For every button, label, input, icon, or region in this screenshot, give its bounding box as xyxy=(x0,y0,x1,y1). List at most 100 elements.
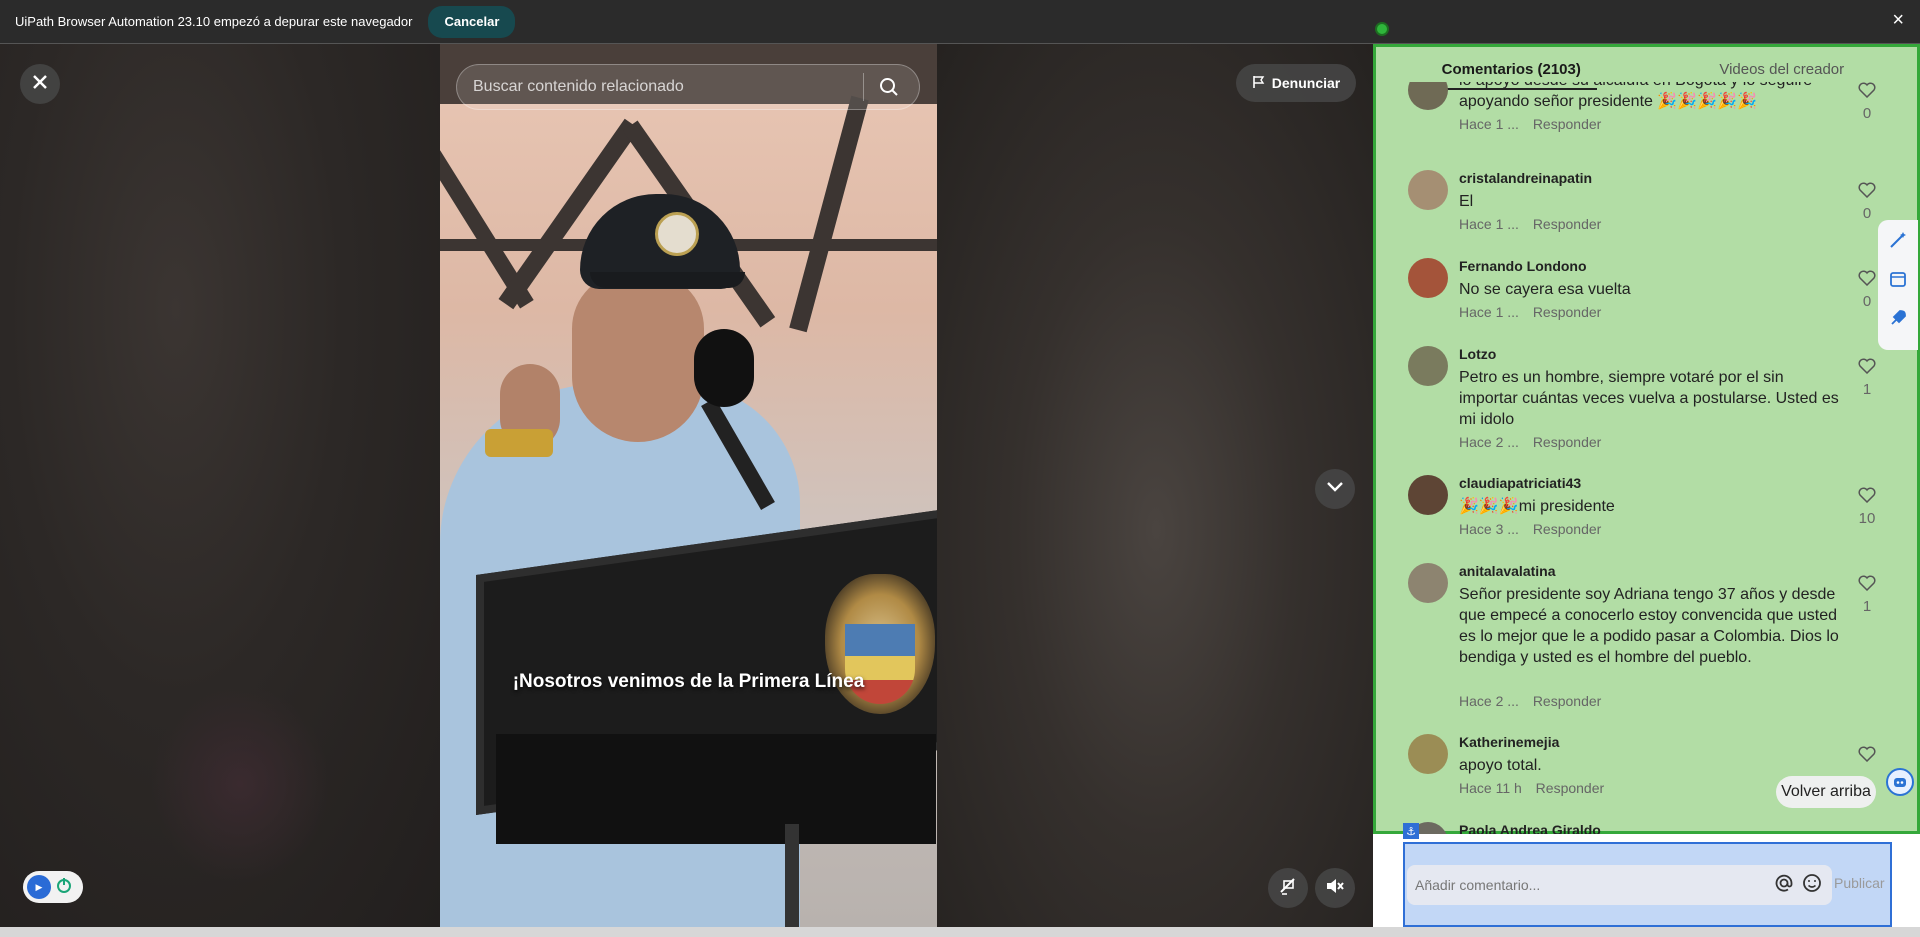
flag-icon xyxy=(1252,75,1266,92)
anchor-icon: ⚓ xyxy=(1403,823,1419,839)
back-to-top-button[interactable]: Volver arriba xyxy=(1776,776,1876,808)
comment-username[interactable]: claudiapatriciati43 xyxy=(1459,475,1581,491)
speaker-muted-icon xyxy=(1325,877,1345,900)
comment-meta: Hace 2 ... Responder xyxy=(1459,693,1601,709)
comment-text: lo apoyo desde su alcaldía en Bogotá y l… xyxy=(1459,82,1812,110)
assistant-bot-icon[interactable] xyxy=(1886,768,1914,796)
comment-text: 🎉🎉🎉mi presidente xyxy=(1459,498,1615,515)
heart-icon xyxy=(1858,575,1876,592)
heart-icon xyxy=(1858,358,1876,375)
reply-link[interactable]: Responder xyxy=(1533,216,1602,232)
comment-meta: Hace 1 ... Responder xyxy=(1459,216,1601,232)
emoji-icon[interactable] xyxy=(1802,873,1822,898)
heart-icon xyxy=(1858,182,1876,199)
comment-time: Hace 11 h xyxy=(1459,780,1522,796)
reply-link[interactable]: Responder xyxy=(1533,693,1602,709)
like-count: 1 xyxy=(1862,381,1872,398)
video-player[interactable]: ¡Nosotros venimos de la Primera Línea xyxy=(440,44,937,927)
comment-username[interactable]: anitalavalatina xyxy=(1459,563,1556,579)
like-button[interactable]: 1 xyxy=(1852,575,1882,615)
blurred-background-left xyxy=(0,44,440,927)
like-count: 1 xyxy=(1862,598,1872,615)
avatar[interactable] xyxy=(1408,734,1448,774)
comment-meta: Hace 3 ... Responder xyxy=(1459,521,1601,537)
report-label: Denunciar xyxy=(1271,75,1341,91)
comment-text: apoyo total. xyxy=(1459,757,1542,774)
mention-icon[interactable] xyxy=(1774,873,1794,898)
comment-meta: Hace 11 h Responder xyxy=(1459,780,1604,796)
heart-icon xyxy=(1858,82,1876,99)
heart-icon xyxy=(1858,270,1876,287)
video-viewer: ¡Nosotros venimos de la Primera Línea De… xyxy=(0,44,1375,927)
comment-username[interactable]: Fernando Londono xyxy=(1459,258,1587,274)
comment-meta: Hace 2 ... Responder xyxy=(1459,434,1601,450)
like-count: 10 xyxy=(1858,510,1876,527)
automation-message: UiPath Browser Automation 23.10 empezó a… xyxy=(15,14,413,29)
close-video-button[interactable] xyxy=(20,64,60,104)
avatar[interactable] xyxy=(1408,563,1448,603)
related-search-input[interactable] xyxy=(473,78,863,96)
comment-username[interactable]: Katherinemejia xyxy=(1459,734,1559,750)
comment-text: Petro es un hombre, siempre votaré por e… xyxy=(1459,369,1839,428)
chevron-down-icon xyxy=(1326,480,1344,498)
like-count: 0 xyxy=(1862,105,1872,122)
heart-icon xyxy=(1858,487,1876,504)
search-icon[interactable] xyxy=(864,77,914,97)
avatar[interactable] xyxy=(1408,475,1448,515)
like-button[interactable]: 0 xyxy=(1852,182,1882,222)
floating-window-icon xyxy=(1278,876,1298,901)
power-icon xyxy=(55,876,73,899)
related-search-box[interactable] xyxy=(456,64,920,110)
window-bottom-edge xyxy=(0,927,1920,937)
extension-logo-icon: ▶ xyxy=(27,875,51,899)
avatar[interactable] xyxy=(1408,346,1448,386)
reply-link[interactable]: Responder xyxy=(1536,780,1605,796)
automation-infobar: UiPath Browser Automation 23.10 empezó a… xyxy=(0,0,1920,44)
comment-text: El xyxy=(1459,193,1474,210)
blurred-background-right xyxy=(937,44,1375,927)
calendar-icon[interactable] xyxy=(1888,269,1908,294)
comment-username[interactable]: cristalandreinapatin xyxy=(1459,170,1592,186)
publish-button[interactable]: Publicar xyxy=(1834,875,1885,891)
comment-username[interactable]: Paola Andrea Giraldo xyxy=(1459,822,1601,834)
floating-player-button[interactable] xyxy=(1268,868,1308,908)
comment-meta: Hace 1 ... Responder xyxy=(1459,116,1601,132)
comment-time: Hace 2 ... xyxy=(1459,693,1519,709)
cancel-button[interactable]: Cancelar xyxy=(428,5,516,38)
comment-time: Hace 1 ... xyxy=(1459,216,1519,232)
extension-toggle[interactable]: ▶ xyxy=(23,871,83,903)
comment-time: Hace 2 ... xyxy=(1459,434,1519,450)
like-count: 0 xyxy=(1862,205,1872,222)
video-subtitle: ¡Nosotros venimos de la Primera Línea xyxy=(512,671,865,692)
close-infobar-icon[interactable]: × xyxy=(1892,9,1904,32)
comment-time: Hace 1 ... xyxy=(1459,116,1519,132)
avatar[interactable] xyxy=(1408,258,1448,298)
reply-link[interactable]: Responder xyxy=(1533,116,1602,132)
like-button[interactable]: 10 xyxy=(1852,487,1882,527)
comment-input[interactable] xyxy=(1415,877,1735,893)
comment-username[interactable]: Lotzo xyxy=(1459,346,1496,362)
next-video-button[interactable] xyxy=(1315,469,1355,509)
report-button[interactable]: Denunciar xyxy=(1236,64,1356,102)
comment-meta: Hace 1 ... Responder xyxy=(1459,304,1601,320)
highlight-marker-icon xyxy=(1375,22,1389,36)
rocket-icon[interactable] xyxy=(1888,308,1908,333)
like-button[interactable]: 0 xyxy=(1852,82,1882,122)
comment-time: Hace 1 ... xyxy=(1459,304,1519,320)
reply-link[interactable]: Responder xyxy=(1533,521,1602,537)
avatar[interactable] xyxy=(1408,170,1448,210)
comment-text: No se cayera esa vuelta xyxy=(1459,281,1631,298)
comment-time: Hace 3 ... xyxy=(1459,521,1519,537)
heart-icon xyxy=(1858,746,1876,763)
close-icon xyxy=(31,73,49,96)
comment-composer[interactable] xyxy=(1407,865,1832,905)
comment-list: lo apoyo desde su alcaldía en Bogotá y l… xyxy=(1376,82,1917,834)
magic-wand-icon[interactable] xyxy=(1888,230,1908,255)
like-button[interactable] xyxy=(1852,746,1882,767)
reply-link[interactable]: Responder xyxy=(1533,304,1602,320)
side-toolbar xyxy=(1878,220,1918,350)
avatar[interactable] xyxy=(1408,82,1448,110)
reply-link[interactable]: Responder xyxy=(1533,434,1602,450)
like-button[interactable]: 1 xyxy=(1852,358,1882,398)
mute-button[interactable] xyxy=(1315,868,1355,908)
